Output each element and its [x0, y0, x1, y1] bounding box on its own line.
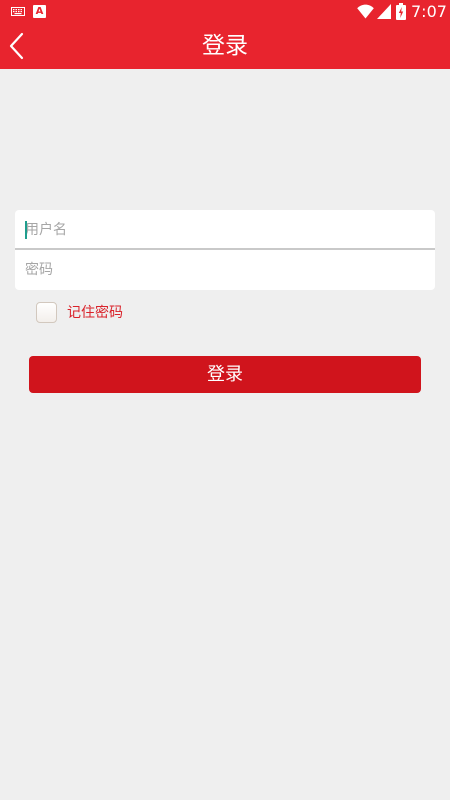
remember-password-label: 记住密码	[67, 305, 123, 321]
battery-charging-icon	[396, 3, 406, 20]
keyboard-icon	[11, 7, 25, 16]
password-input[interactable]	[15, 250, 435, 289]
login-button[interactable]: 登录	[29, 356, 421, 393]
login-form	[15, 210, 435, 290]
login-screen: A 7:07 登录 记住密码 登录	[0, 0, 450, 800]
status-time: 7:07	[411, 2, 447, 21]
status-bar: A 7:07	[0, 0, 450, 24]
remember-password-checkbox[interactable]	[36, 302, 57, 323]
font-a-icon: A	[33, 5, 46, 18]
signal-icon	[377, 4, 391, 19]
wifi-icon	[357, 4, 374, 19]
username-input[interactable]	[15, 210, 435, 249]
header-bar: 登录	[0, 24, 450, 69]
page-title: 登录	[202, 33, 248, 59]
text-cursor	[25, 221, 27, 239]
